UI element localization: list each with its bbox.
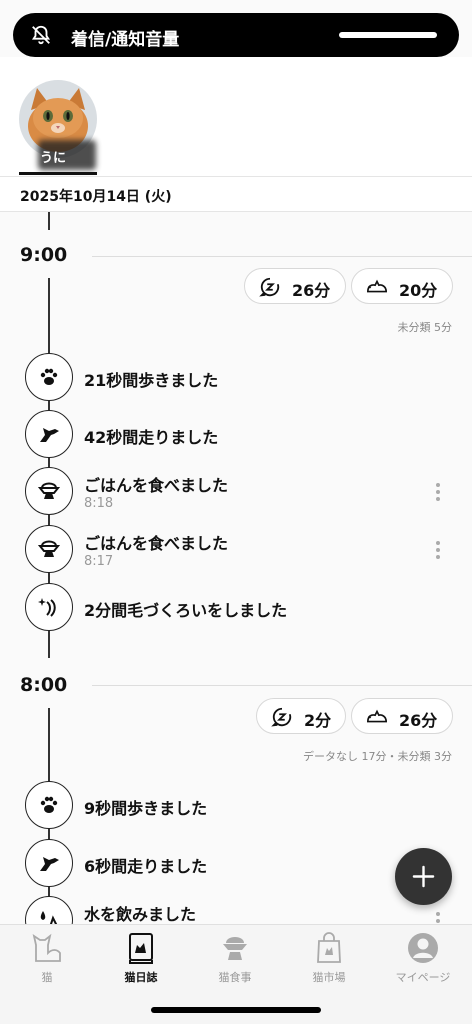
- cat-lying-icon: [367, 709, 387, 723]
- event-icon: [25, 781, 73, 829]
- running-cat-icon: [40, 428, 59, 442]
- sleep-chip[interactable]: 2分: [256, 698, 346, 734]
- event-icon: [25, 525, 73, 573]
- hour-divider: [92, 256, 472, 257]
- event-title: 水を飲みました: [84, 905, 197, 924]
- rest-chip[interactable]: 20分: [351, 268, 453, 304]
- volume-banner-label: 着信/通知音量: [71, 30, 180, 50]
- timeline-line: [48, 212, 50, 230]
- hour-label: 9:00: [20, 244, 68, 266]
- tab-cat[interactable]: 猫: [0, 931, 94, 991]
- event-title: ごはんを食べました: [84, 534, 229, 553]
- hour-summary: 未分類 5分: [397, 321, 453, 334]
- event-title: 9秒間歩きました: [84, 799, 208, 818]
- cat-icon: [32, 933, 61, 962]
- hour-label: 8:00: [20, 674, 68, 696]
- more-options-icon[interactable]: [435, 483, 441, 501]
- diary-icon: [129, 933, 153, 964]
- cat-lying-icon: [367, 279, 387, 293]
- home-indicator: [151, 1007, 321, 1013]
- more-options-icon[interactable]: [435, 541, 441, 559]
- hour-summary: データなし 17分・未分類 3分: [303, 750, 452, 763]
- event-title: 21秒間歩きました: [84, 371, 219, 390]
- sleep-icon: [259, 277, 280, 297]
- shopping-bag-icon: [317, 932, 341, 963]
- user-icon: [408, 933, 438, 963]
- tab-cat-food[interactable]: 猫食事: [188, 931, 282, 991]
- event-icon: [25, 353, 73, 401]
- event-time: 8:17: [84, 554, 114, 569]
- cat-food-icon: [223, 937, 247, 960]
- add-record-button[interactable]: [395, 848, 452, 905]
- plus-icon: [412, 865, 435, 888]
- cat-name: うに: [40, 151, 67, 166]
- running-cat-icon: [40, 857, 59, 871]
- volume-banner: 着信/通知音量: [13, 13, 459, 57]
- volume-level-bar: [339, 32, 437, 38]
- event-title: 42秒間走りました: [84, 428, 219, 447]
- event-title: 2分間毛づくろいをしました: [84, 601, 288, 620]
- grooming-icon: [38, 598, 56, 617]
- date-label: 2025年10月14日 (火): [20, 189, 172, 205]
- sleep-chip[interactable]: 26分: [244, 268, 346, 304]
- bell-muted-icon: [31, 25, 51, 45]
- event-icon: [25, 467, 73, 515]
- event-icon: [25, 839, 73, 887]
- sleep-icon: [271, 707, 292, 727]
- tab-cat-diary[interactable]: 猫日誌: [94, 931, 188, 991]
- rest-chip[interactable]: 26分: [351, 698, 453, 734]
- event-icon: [25, 410, 73, 458]
- event-title: ごはんを食べました: [84, 476, 229, 495]
- paw-icon: [40, 796, 58, 813]
- tab-my-page[interactable]: マイページ: [376, 931, 470, 991]
- event-icon: [25, 583, 73, 631]
- hour-divider: [92, 685, 472, 686]
- event-title: 6秒間走りました: [84, 857, 208, 876]
- date-header: 2025年10月14日 (火): [0, 176, 472, 212]
- food-bowl-icon: [37, 482, 61, 499]
- paw-icon: [40, 368, 58, 385]
- event-time: 8:18: [84, 496, 114, 511]
- tab-cat-market[interactable]: 猫市場: [282, 931, 376, 991]
- selected-cat-indicator: [19, 172, 97, 175]
- food-bowl-icon: [37, 540, 61, 557]
